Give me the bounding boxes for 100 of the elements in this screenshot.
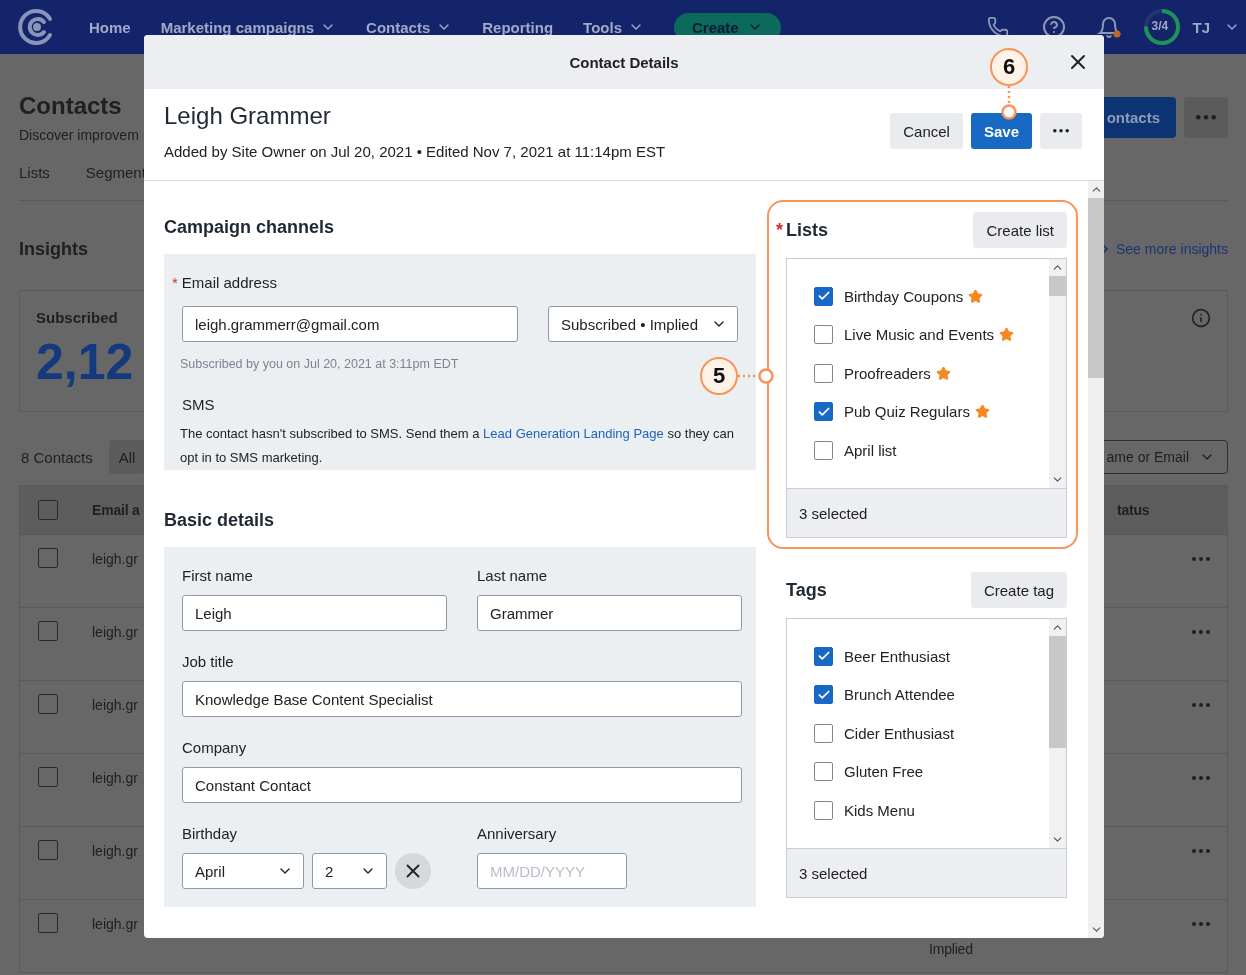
checklist-item[interactable]: Live Music and Events (844, 326, 995, 344)
table-cell-text: leigh.gr (91, 550, 138, 569)
scrollbar-thumb[interactable] (1049, 276, 1066, 296)
phone-icon[interactable] (987, 16, 1010, 38)
table-cell-text: leigh.gr (91, 842, 138, 861)
checklist-item[interactable]: Beer Enthusiast (844, 647, 950, 665)
checkbox[interactable] (38, 913, 58, 933)
more-button[interactable] (1040, 113, 1082, 149)
section-title: Campaign channels (164, 216, 336, 239)
required-mark: * (172, 273, 178, 293)
sms-text: The contact hasn't subscribed to SMS. Send them a Lead Generation Landing Page so they can opt in to SMS marketing. (179, 425, 735, 467)
scrollbar[interactable] (1049, 259, 1066, 488)
field-label: Anniversary (477, 824, 557, 844)
chevron-icon (1101, 244, 1108, 254)
email-field[interactable]: leigh.grammerr@gmail.com (182, 306, 518, 342)
more-icon (1053, 129, 1069, 133)
checkbox[interactable] (814, 363, 833, 383)
checkbox[interactable] (814, 402, 833, 422)
nav-item[interactable]: Contacts (366, 18, 453, 36)
field-label: Company (182, 738, 247, 758)
day-select[interactable]: 2 (312, 853, 387, 889)
checkbox[interactable] (38, 694, 58, 714)
checkbox[interactable] (814, 646, 833, 666)
scrollbar-thumb[interactable] (1049, 636, 1066, 748)
progress-ring[interactable] (1142, 7, 1183, 47)
selected-count: 3 selected (799, 864, 868, 882)
section-title: Lists (786, 219, 828, 242)
nav-item[interactable]: Reporting (482, 18, 554, 36)
landing-page-link[interactable]: Lead Generation Landing Page (483, 426, 664, 441)
checklist-item[interactable]: Cider Enthusiast (844, 724, 955, 742)
table-cell-text: leigh.gr (91, 623, 138, 642)
more-icon (1192, 849, 1210, 853)
checkbox[interactable] (38, 621, 58, 641)
text-field[interactable]: Knowledge Base Content Specialist (182, 681, 742, 717)
checklist-item[interactable]: April list (844, 441, 897, 459)
checklist-item[interactable]: Proofreaders (844, 364, 931, 382)
bell-icon[interactable] (1097, 14, 1124, 40)
page-subtitle: Discover improvem (19, 126, 139, 145)
scrollbar[interactable] (1049, 619, 1066, 848)
field-label: First name (182, 566, 253, 586)
checkbox[interactable] (38, 767, 58, 787)
checkbox[interactable] (814, 723, 833, 743)
info-icon[interactable] (1191, 308, 1211, 328)
checkbox[interactable] (814, 440, 833, 460)
dialog-title: Contact Details (569, 53, 679, 71)
nav-item[interactable]: Home (89, 18, 131, 36)
user-initials[interactable]: TJ (1192, 18, 1210, 36)
section-title: Basic details (164, 509, 276, 532)
more-icon (1192, 776, 1210, 780)
checkbox[interactable] (814, 685, 833, 705)
month-select[interactable]: April (182, 853, 304, 889)
section-title: Insights (19, 238, 88, 260)
text-field[interactable]: Constant Contact (182, 767, 742, 803)
contact-meta: Added by Site Owner on Jul 20, 2021 • Edited Nov 7, 2021 at 11:14pm EST (164, 142, 666, 162)
stat-label: Subscribed (36, 308, 118, 328)
stat-value: 2,12 (36, 334, 134, 390)
checklist-item[interactable]: Brunch Attendee (844, 686, 955, 704)
more-icon (1192, 630, 1210, 634)
checklist-item[interactable]: Birthday Coupons (844, 287, 964, 305)
checkbox[interactable] (814, 325, 833, 345)
nav-item[interactable]: Marketing campaigns (160, 18, 337, 36)
table-cell-text: Implied (929, 940, 973, 959)
required-mark: * (776, 219, 784, 242)
text-field[interactable]: Grammer (477, 595, 742, 631)
field-label: Email address (181, 273, 277, 293)
nav-item[interactable]: Tools (583, 18, 644, 36)
more-button[interactable] (1184, 97, 1228, 138)
more-icon (1192, 557, 1210, 561)
save-button[interactable]: Save (970, 113, 1032, 149)
checklist-item[interactable]: Gluten Free (844, 763, 924, 781)
scrollbar[interactable] (1088, 181, 1104, 938)
more-icon (1192, 922, 1210, 926)
clear-button[interactable] (395, 853, 431, 889)
subscription-note: Subscribed by you on Jul 20, 2021 at 3:11pm EDT (179, 356, 460, 372)
scrollbar-thumb[interactable] (1088, 198, 1104, 378)
sms-title: SMS (181, 395, 216, 415)
section-title: Tags (786, 579, 827, 602)
more-icon (1196, 115, 1216, 120)
checklist-item[interactable]: Kids Menu (844, 801, 915, 819)
status-select[interactable]: Subscribed • Implied (548, 306, 738, 342)
contact-name: Leigh Grammer (164, 101, 332, 131)
create-list-button[interactable]: Create list (973, 212, 1067, 248)
date-field[interactable]: MM/DD/YYYY (477, 853, 627, 889)
checkbox[interactable] (814, 800, 833, 820)
table-cell-text: leigh.gr (91, 915, 138, 934)
more-icon (1192, 703, 1210, 707)
checklist-item[interactable]: Pub Quiz Regulars (844, 403, 970, 421)
page-title: Contacts (19, 92, 123, 120)
create-tag-button[interactable]: Create tag (970, 572, 1067, 608)
checkbox[interactable] (814, 286, 833, 306)
checkbox[interactable] (38, 548, 58, 568)
checkbox[interactable] (38, 500, 58, 520)
text-field[interactable]: Leigh (182, 595, 447, 631)
cancel-button[interactable]: Cancel (890, 113, 963, 149)
checkbox[interactable] (38, 840, 58, 860)
field-label: Job title (182, 652, 234, 672)
column-header: tatus (1116, 501, 1150, 520)
progress-label: 3/4 (1151, 19, 1169, 33)
column-header: Email a (91, 501, 140, 520)
checkbox[interactable] (814, 762, 833, 782)
